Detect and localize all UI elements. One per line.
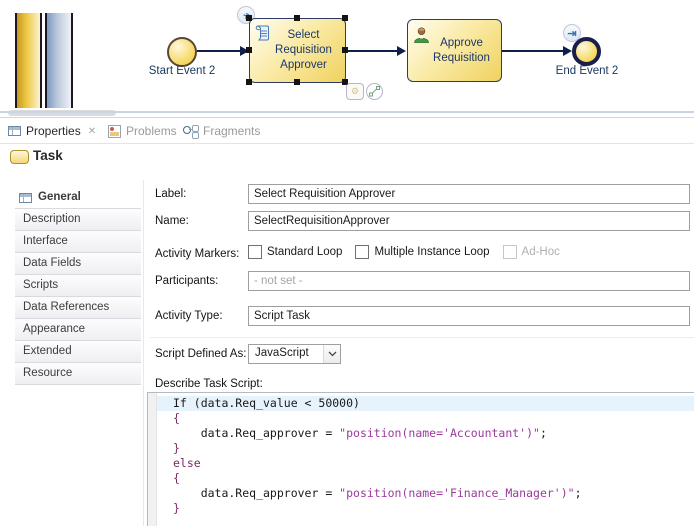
label-input[interactable] [248, 184, 690, 204]
start-event-label: Start Event 2 [136, 65, 228, 77]
dropdown-value: JavaScript [255, 347, 309, 359]
activity-markers-label: Activity Markers: [155, 248, 239, 260]
task-label: Approve Requisition [423, 20, 500, 81]
checkbox-label: Standard Loop [267, 246, 342, 258]
activity-type-label: Activity Type: [155, 310, 223, 322]
palette-strip-blue[interactable] [45, 13, 73, 108]
checkbox-standard-loop[interactable]: Standard Loop [248, 245, 342, 259]
end-event-node[interactable] [572, 37, 601, 66]
task-type-icon [10, 150, 29, 164]
section-separator [150, 337, 694, 338]
selection-handle[interactable] [294, 15, 300, 21]
properties-view: Properties ✕ Problems Fragments Task Gen… [0, 117, 694, 526]
properties-element-title: Task [33, 148, 63, 163]
selection-handle[interactable] [246, 47, 252, 53]
palette-strip-gold[interactable] [15, 13, 42, 108]
sidebar-item-label: Resource [23, 363, 72, 384]
describe-task-script-label: Describe Task Script: [155, 378, 263, 390]
checkbox-icon [503, 245, 517, 259]
tab-properties[interactable]: Properties ✕ [8, 119, 96, 143]
arrowhead-icon [563, 46, 572, 56]
close-icon[interactable]: ✕ [88, 126, 96, 137]
sidebar-item-label: Scripts [23, 275, 58, 296]
sidebar-item-label: Appearance [23, 319, 85, 340]
code-line[interactable]: else [157, 456, 694, 471]
sidebar-item-description[interactable]: Description [15, 209, 141, 231]
checkbox-label: Ad-Hoc [522, 246, 560, 258]
tab-problems[interactable]: Problems [108, 119, 177, 143]
sidebar-item-label: Extended [23, 341, 72, 362]
task-label: Select Requisition Approver [263, 19, 344, 82]
code-line[interactable]: If (data.Req_value < 50000) [157, 396, 694, 411]
name-field-label: Name: [155, 215, 189, 227]
selection-handle[interactable] [246, 79, 252, 85]
sidebar-tabs: GeneralDescriptionInterfaceData FieldsSc… [15, 187, 141, 385]
sidebar-item-scripts[interactable]: Scripts [15, 275, 141, 297]
code-line[interactable]: data.Req_approver = "position(name='Fina… [157, 486, 694, 501]
sidebar-item-data-references[interactable]: Data References [15, 297, 141, 319]
activity-markers-row: Standard Loop Multiple Instance Loop Ad-Ho… [248, 245, 573, 259]
bpmn-editor-window: Start Event 2 » Select Requisition Appro… [0, 0, 694, 526]
selection-handle[interactable] [246, 15, 252, 21]
checkbox-multiple-instance-loop[interactable]: Multiple Instance Loop [355, 245, 489, 259]
script-editor[interactable]: If (data.Req_value < 50000){ data.Req_ap… [147, 392, 694, 526]
participants-label: Participants: [155, 275, 218, 287]
general-tab-icon [19, 193, 32, 203]
chevron-down-icon[interactable] [323, 345, 340, 363]
sidebar-item-resource[interactable]: Resource [15, 363, 141, 385]
code-line[interactable]: data.Req_approver = "position(name='Acco… [157, 426, 694, 441]
sidebar-item-general[interactable]: General [15, 187, 141, 209]
fragments-icon [183, 125, 198, 138]
code-line[interactable]: } [157, 501, 694, 516]
selection-handle[interactable] [342, 15, 348, 21]
sidebar-item-label: Interface [23, 231, 68, 252]
sidebar-separator [143, 180, 144, 526]
selection-handle[interactable] [294, 79, 300, 85]
script-language-dropdown[interactable]: JavaScript [248, 344, 341, 364]
end-event-label: End Event 2 [542, 65, 632, 77]
code-line[interactable]: } [157, 441, 694, 456]
code-line[interactable]: { [157, 471, 694, 486]
name-input[interactable] [248, 211, 690, 231]
table-icon [8, 126, 21, 136]
selection-handle[interactable] [342, 47, 348, 53]
sequence-flow-3[interactable] [500, 50, 564, 52]
checkbox-label: Multiple Instance Loop [374, 246, 489, 258]
activity-type-input[interactable] [248, 306, 690, 326]
view-tab-bar: Properties ✕ Problems Fragments [0, 119, 694, 144]
start-event-node[interactable] [167, 37, 197, 67]
task-select-requisition-approver[interactable]: Select Requisition Approver [249, 18, 346, 83]
connection-tool-icon[interactable] [366, 83, 383, 100]
sidebar-item-data-fields[interactable]: Data Fields [15, 253, 141, 275]
sidebar-item-interface[interactable]: Interface [15, 231, 141, 253]
tab-fragments[interactable]: Fragments [183, 119, 260, 143]
sequence-flow-1[interactable] [197, 50, 242, 52]
sequence-flow-2[interactable] [345, 50, 398, 52]
participants-input[interactable] [248, 271, 690, 291]
sidebar-item-appearance[interactable]: Appearance [15, 319, 141, 341]
problems-icon [108, 125, 121, 138]
sidebar-item-label: Data Fields [23, 253, 81, 274]
script-code[interactable]: If (data.Req_value < 50000){ data.Req_ap… [157, 396, 694, 516]
view-divider [0, 111, 694, 113]
sidebar-item-extended[interactable]: Extended [15, 341, 141, 363]
label-field-label: Label: [155, 188, 186, 200]
checkbox-icon[interactable] [248, 245, 262, 259]
editor-gutter [148, 393, 157, 526]
task-approve-requisition[interactable]: Approve Requisition [407, 19, 502, 82]
sidebar-item-label: Description [23, 209, 81, 230]
checkbox-ad-hoc: Ad-Hoc [503, 245, 560, 259]
script-defined-as-label: Script Defined As: [155, 348, 246, 360]
checkbox-icon[interactable] [355, 245, 369, 259]
sidebar-item-label: Data References [23, 297, 109, 318]
gears-tool-icon[interactable]: ⚙ [346, 83, 364, 100]
code-line[interactable]: { [157, 411, 694, 426]
arrowhead-icon [397, 46, 406, 56]
sidebar-item-label: General [38, 187, 81, 208]
